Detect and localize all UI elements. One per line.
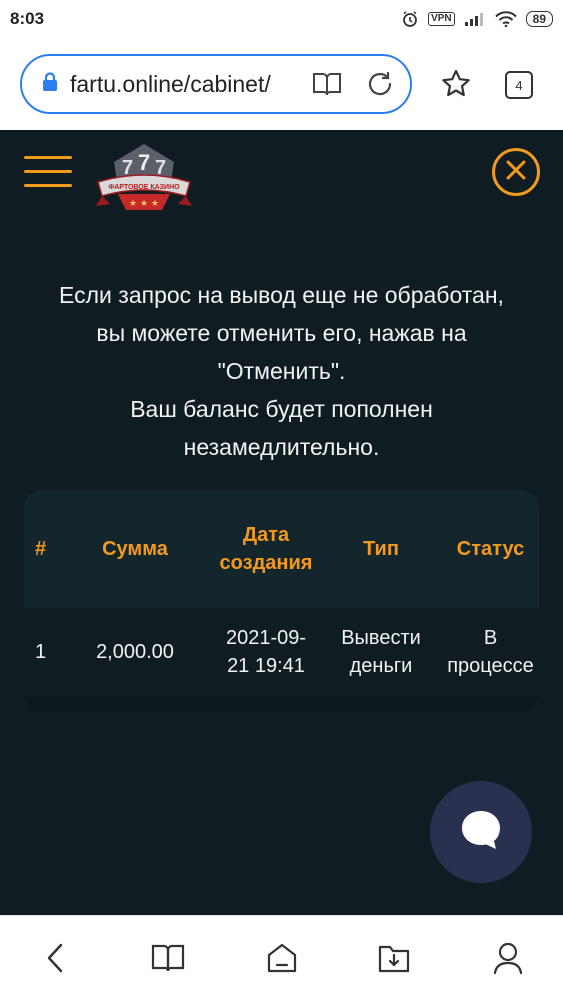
casino-logo[interactable]: 7 7 7 ФАРТОВОЕ КАЗИНО ★ ★ ★ [94, 142, 194, 216]
wifi-icon [494, 11, 517, 27]
chat-button[interactable] [430, 781, 532, 883]
chat-bubble-icon [458, 807, 504, 858]
bookmarks-icon [151, 943, 185, 978]
column-header-date: Дата создания [219, 524, 313, 574]
status-bar: 8:03 VPN 89 [0, 0, 563, 38]
status-icons: VPN 89 [401, 10, 553, 28]
cell-type: Вывести деньги [341, 627, 421, 677]
column-header-type: Тип [363, 538, 399, 560]
cell-status: В процессе [447, 627, 534, 677]
withdrawals-table: # Сумма Дата создания Тип Статус 1 2,000… [24, 490, 539, 712]
back-button[interactable] [36, 940, 76, 980]
browser-toolbar: fartu.online/cabinet/ 4 [0, 38, 563, 130]
hamburger-menu-icon[interactable] [24, 156, 72, 188]
status-time: 8:03 [10, 9, 45, 28]
reload-icon[interactable] [366, 70, 394, 103]
info-line: незамедлительно. [183, 434, 380, 460]
reader-mode-icon[interactable] [312, 71, 342, 102]
profile-button[interactable] [488, 940, 528, 980]
alarm-icon [401, 10, 419, 28]
cell-number: 1 [35, 641, 47, 663]
browser-bottom-nav [0, 915, 563, 1000]
signal-icon [464, 11, 486, 27]
svg-text:7: 7 [138, 150, 150, 175]
home-button[interactable] [262, 940, 302, 980]
withdrawal-info-text: Если запрос на вывод еще не обработан, в… [24, 276, 539, 466]
column-header-amount: Сумма [102, 538, 168, 560]
column-header-number: # [35, 538, 47, 560]
logo-text: ФАРТОВОЕ КАЗИНО [108, 184, 180, 191]
cell-date: 2021-09- 21 19:41 [225, 627, 307, 677]
url-text[interactable]: fartu.online/cabinet/ [70, 71, 271, 98]
info-line: вы можете отменить его, нажав на [96, 320, 467, 346]
battery-icon: 89 [525, 11, 553, 27]
vpn-icon: VPN [428, 12, 455, 26]
back-icon [44, 942, 68, 979]
close-button[interactable] [492, 148, 540, 196]
info-line: "Отменить". [217, 358, 346, 384]
lock-icon [42, 71, 58, 97]
address-bar[interactable]: fartu.online/cabinet/ [20, 54, 412, 114]
downloads-icon [377, 942, 411, 979]
cell-amount: 2,000.00 [96, 641, 174, 663]
profile-icon [492, 941, 524, 980]
cabinet-page: 7 7 7 ФАРТОВОЕ КАЗИНО ★ ★ ★ Если запрос … [0, 130, 563, 915]
table-header: # Сумма Дата создания Тип Статус [24, 490, 539, 608]
tabs-button[interactable]: 4 [505, 71, 533, 99]
table-row[interactable]: 1 2,000.00 2021-09- 21 19:41 Вывести ден… [24, 608, 539, 696]
info-line: Ваш баланс будет пополнен [130, 396, 433, 422]
bookmarks-button[interactable] [148, 940, 188, 980]
tab-count: 4 [515, 77, 523, 93]
star-icon[interactable] [440, 68, 472, 105]
downloads-button[interactable] [374, 940, 414, 980]
info-line: Если запрос на вывод еще не обработан, [59, 282, 504, 308]
home-icon [265, 941, 299, 980]
close-icon [504, 158, 528, 187]
svg-text:★ ★ ★: ★ ★ ★ [129, 199, 159, 209]
column-header-status: Статус [456, 538, 525, 560]
